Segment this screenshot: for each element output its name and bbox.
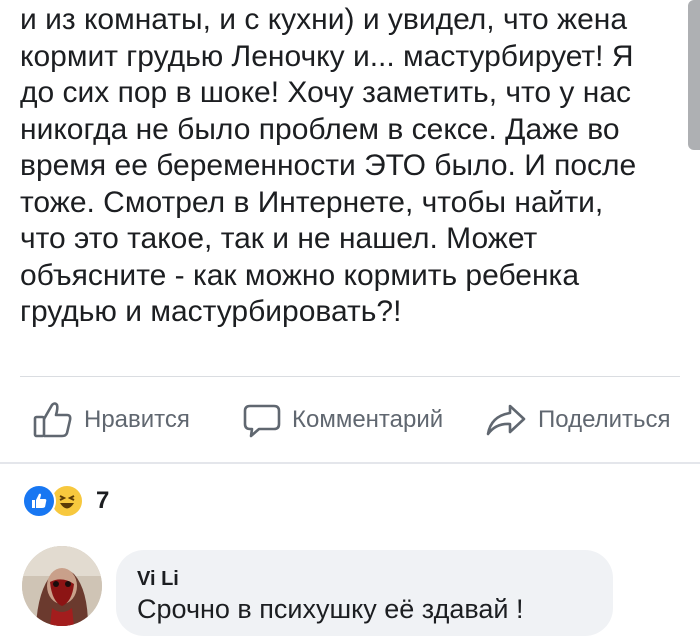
post-text-line: до сих пор в шоке! Хочу заметить, что у … [20,76,632,109]
post-text-line: время ее беременности ЭТО было. И после [20,149,637,182]
share-arrow-icon [484,400,528,440]
like-label: Нравится [84,406,190,433]
share-label: Поделиться [538,406,671,433]
post-text-line: кормит грудью Леночку и... мастурбирует!… [20,39,634,73]
post-text-line: грудью и мастурбировать?! [20,295,402,328]
like-reaction-icon [22,484,56,518]
post-text-line: объясните - как можно кормить ребенка [20,258,580,292]
comment-label: Комментарий [292,406,444,433]
post-text: и из комнаты, и с кухни) и увидел, что ж… [20,2,680,331]
comment-author[interactable]: Vi Li [137,568,179,591]
speech-bubble-icon [242,400,282,440]
comment-button[interactable]: Комментарий [242,392,443,448]
post-text-line: тоже. Смотрел в Интернете, чтобы найти, [20,185,604,219]
like-button[interactable]: Нравится [32,392,190,448]
comment-bubble[interactable]: Vi Li Срочно в психушку её здавай ! [116,550,613,636]
thumbs-up-icon [32,400,74,440]
post-text-line: и из комнаты, и с кухни) и увидел, что ж… [20,3,628,36]
share-button[interactable]: Поделиться [484,392,671,448]
reactions-count: 7 [96,487,110,514]
avatar[interactable] [22,546,102,626]
reactions-summary[interactable]: 7 [22,484,109,518]
comment-text: Срочно в психушку её здавай ! [137,594,524,624]
post-text-line: что это такое, так и не нашел. Может [20,222,538,255]
post-text-line: никогда не было проблем в сексе. Даже во [20,112,620,146]
post-action-bar: Нравится Комментарий Поделиться [0,392,700,448]
divider [20,376,680,377]
scrollbar-thumb[interactable] [688,0,700,150]
divider [0,462,700,464]
